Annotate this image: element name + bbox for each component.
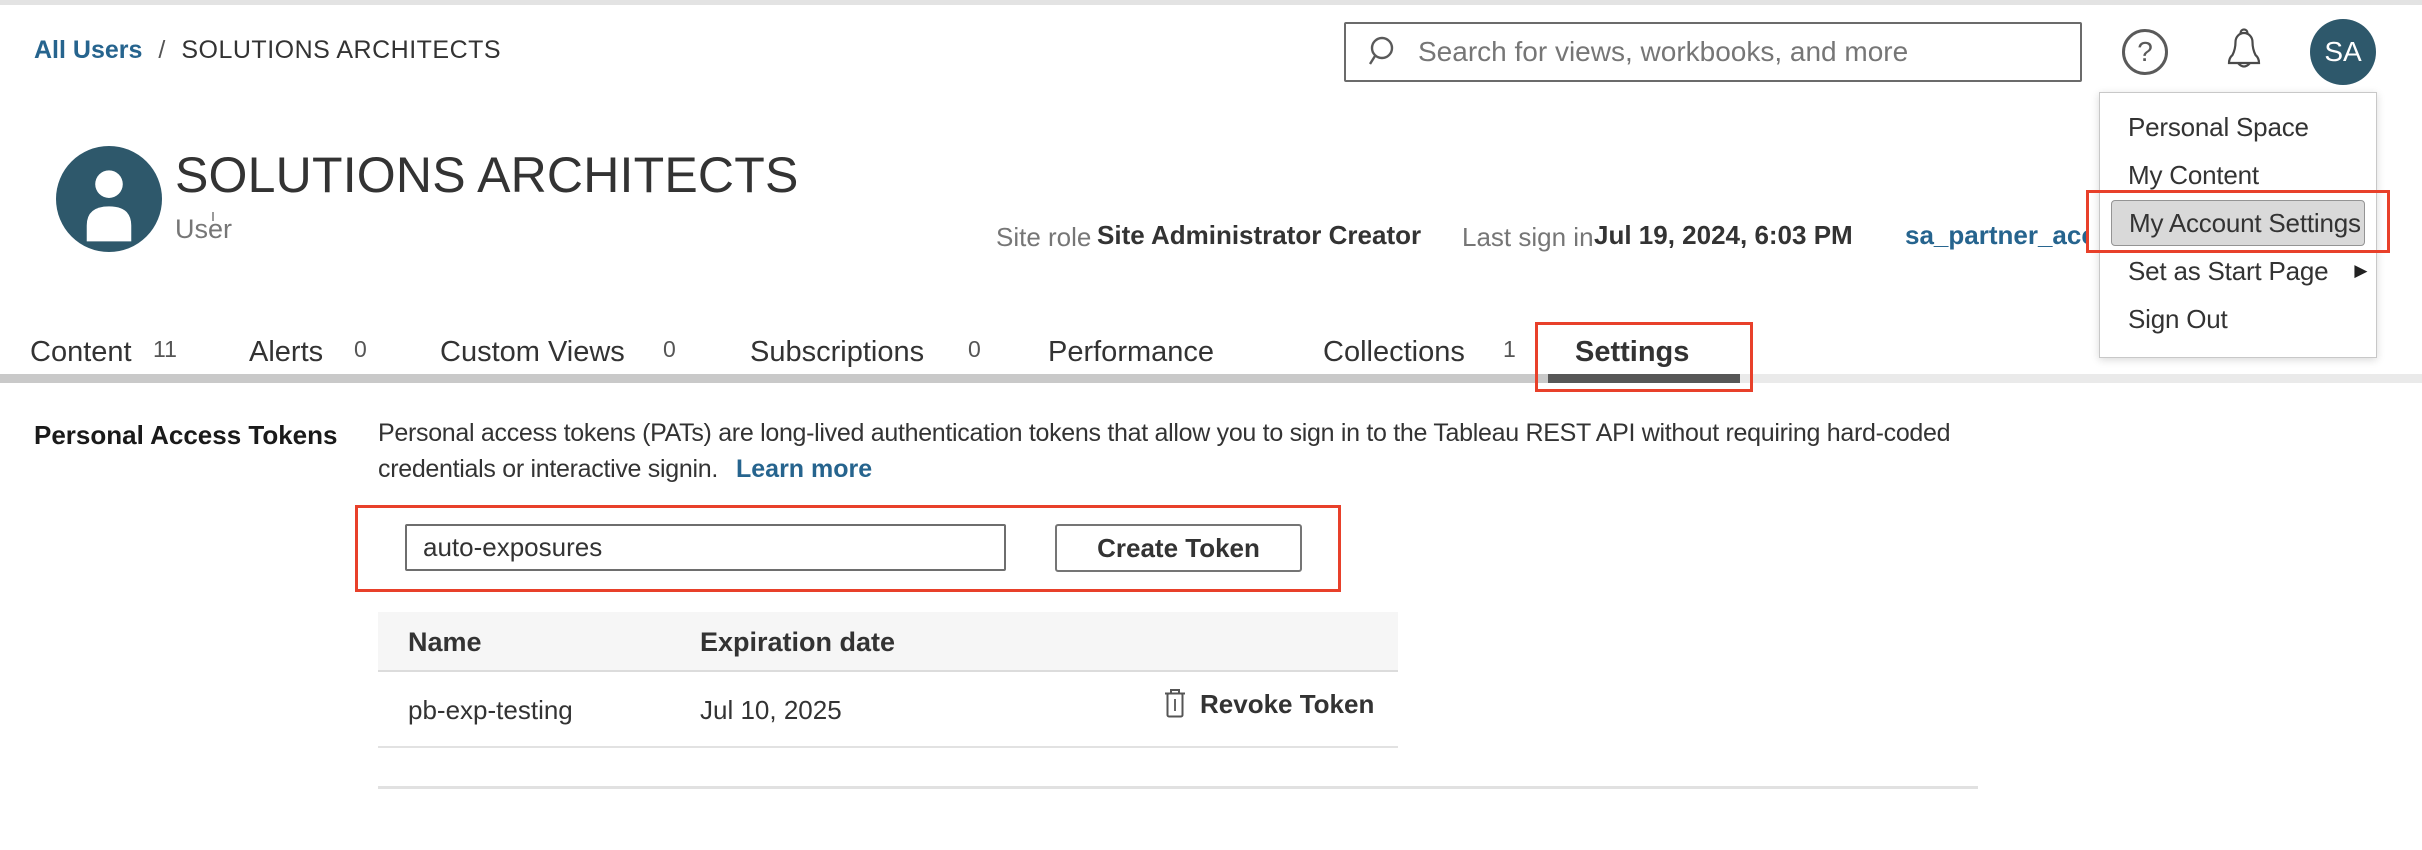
pat-description-text: credentials or interactive signin.: [378, 455, 718, 484]
trash-icon: [1162, 688, 1188, 720]
tab-label: Custom Views: [440, 336, 625, 369]
tab-label: Settings: [1575, 336, 1689, 369]
person-icon: [56, 146, 162, 252]
menu-item-label: Set as Start Page: [2128, 256, 2328, 287]
tab-alerts[interactable]: Alerts 0: [249, 336, 323, 369]
tab-label: Content: [30, 336, 132, 369]
profile-type-label: User: [175, 214, 232, 245]
site-role-value: Site Administrator Creator: [1097, 220, 1421, 251]
search-bar[interactable]: [1344, 22, 2082, 82]
tab-performance[interactable]: Performance: [1048, 336, 1214, 369]
submenu-arrow-icon: ▶: [2354, 261, 2367, 281]
active-tab-underline: [1548, 374, 1740, 383]
tab-label: Alerts: [249, 336, 323, 369]
help-glyph: ?: [2137, 36, 2153, 68]
tableau-user-settings-page: All Users / SOLUTIONS ARCHITECTS ? SA Pe…: [0, 0, 2422, 850]
tab-label: Subscriptions: [750, 336, 924, 369]
menu-item-my-content[interactable]: My Content: [2100, 151, 2376, 199]
page-title: SOLUTIONS ARCHITECTS: [175, 146, 799, 204]
menu-item-personal-space[interactable]: Personal Space: [2100, 103, 2376, 151]
tab-collections[interactable]: Collections 1: [1323, 336, 1465, 369]
revoke-token-label: Revoke Token: [1200, 689, 1374, 720]
column-header-name: Name: [408, 627, 482, 658]
breadcrumb-separator: /: [158, 36, 165, 65]
token-table-header: Name Expiration date: [378, 612, 1398, 672]
profile-avatar: [56, 146, 162, 252]
tab-count: 11: [153, 336, 177, 363]
token-name-input[interactable]: [405, 524, 1006, 571]
tab-count: 0: [354, 336, 367, 363]
menu-item-set-as-start-page[interactable]: Set as Start Page ▶: [2100, 247, 2376, 295]
profile-subtitle-separator: [212, 212, 214, 221]
revoke-token-button[interactable]: Revoke Token: [1162, 688, 1374, 720]
learn-more-link[interactable]: Learn more: [736, 455, 872, 484]
window-top-edge: [0, 0, 2422, 5]
last-sign-in-label: Last sign in: [1462, 222, 1594, 253]
pat-description-line1: Personal access tokens (PATs) are long-l…: [378, 419, 1950, 448]
token-table: Name Expiration date pb-exp-testing Jul …: [378, 612, 1398, 748]
menu-item-highlight: My Account Settings: [2111, 200, 2365, 246]
tab-custom-views[interactable]: Custom Views 0: [440, 336, 625, 369]
notifications-bell-icon[interactable]: [2218, 25, 2270, 79]
menu-item-label: Sign Out: [2128, 304, 2228, 335]
search-input[interactable]: [1418, 36, 2058, 68]
help-icon[interactable]: ?: [2122, 29, 2168, 75]
token-name-cell: pb-exp-testing: [408, 695, 573, 726]
pat-description-line2: credentials or interactive signin. Learn…: [378, 455, 872, 484]
user-avatar-button[interactable]: SA: [2310, 19, 2376, 85]
column-header-expiration: Expiration date: [700, 627, 895, 658]
section-divider: [378, 786, 1978, 789]
breadcrumb: All Users / SOLUTIONS ARCHITECTS: [34, 36, 501, 65]
breadcrumb-current-page: SOLUTIONS ARCHITECTS: [181, 36, 501, 65]
tab-label: Performance: [1048, 336, 1214, 369]
avatar-initials: SA: [2324, 36, 2361, 68]
tab-count: 1: [1503, 336, 1516, 363]
menu-item-my-account-settings[interactable]: My Account Settings: [2100, 199, 2376, 247]
menu-item-label: My Content: [2128, 160, 2259, 191]
tab-settings[interactable]: Settings: [1575, 336, 1689, 369]
tab-bar-underline: [0, 374, 1548, 383]
breadcrumb-all-users-link[interactable]: All Users: [34, 36, 142, 65]
tab-bar-underline-right: [1740, 374, 2422, 383]
tab-count: 0: [663, 336, 676, 363]
bell-icon: [2218, 25, 2270, 79]
site-role-label: Site role: [996, 222, 1091, 253]
create-token-button[interactable]: Create Token: [1055, 524, 1302, 572]
last-sign-in-value: Jul 19, 2024, 6:03 PM: [1594, 220, 1853, 251]
tab-label: Collections: [1323, 336, 1465, 369]
menu-item-label: My Account Settings: [2129, 208, 2361, 239]
account-dropdown-menu: Personal Space My Content My Account Set…: [2099, 92, 2377, 358]
tab-count: 0: [968, 336, 981, 363]
tab-subscriptions[interactable]: Subscriptions 0: [750, 336, 924, 369]
pat-section-heading: Personal Access Tokens: [34, 420, 337, 451]
token-expiration-cell: Jul 10, 2025: [700, 695, 842, 726]
tab-content[interactable]: Content 11: [30, 336, 132, 369]
search-icon: [1366, 34, 1402, 70]
menu-item-sign-out[interactable]: Sign Out: [2100, 295, 2376, 343]
table-row: pb-exp-testing Jul 10, 2025 Revoke Token: [378, 672, 1398, 748]
menu-item-label: Personal Space: [2128, 112, 2309, 143]
username-link[interactable]: sa_partner_accou: [1905, 220, 2087, 251]
